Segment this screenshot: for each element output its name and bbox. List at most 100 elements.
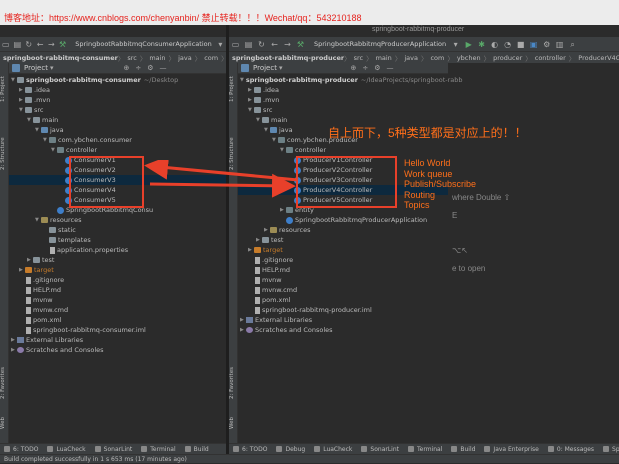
tree-item[interactable]: mvnw [238,275,448,285]
stripe-tab-project[interactable]: 1: Project [229,69,238,109]
breadcrumb-item[interactable]: producer [490,54,525,62]
stripe-tab-web[interactable]: Web [229,413,238,433]
save-icon[interactable]: ▤ [14,40,22,49]
sync-icon[interactable]: ↻ [25,40,32,49]
gear-icon[interactable]: ⚙ [374,64,380,72]
bottom-tool-tab[interactable]: Terminal [408,446,442,453]
tree-item[interactable]: application.properties [9,245,226,255]
right-panel-title[interactable]: Project [253,64,277,72]
bottom-tool-tab[interactable]: Spri [603,446,619,453]
tree-item[interactable]: SpringbootRabbitmqProducerApplication [238,215,448,225]
expand-arrow-icon[interactable]: ▼ [240,77,244,83]
breadcrumb-item[interactable]: com [201,54,221,62]
tree-item[interactable]: mvnw.cmd [9,305,226,315]
tree-item[interactable]: ▶ test [9,255,226,265]
tree-item[interactable]: ▶ External Libraries [9,335,226,345]
tree-item[interactable]: ▼ src [238,105,448,115]
breadcrumb-item[interactable]: springboot-rabbitmq-producer [229,54,344,62]
bottom-tool-tab[interactable]: 0: Messages [547,446,594,453]
tree-item[interactable]: ▼ com.ybchen.consumer [9,135,226,145]
run-icon[interactable]: ▶ [464,40,473,49]
tree-item[interactable]: ▼ java [9,125,226,135]
vcs-icon[interactable]: ▣ [529,40,538,49]
tree-item[interactable]: ▶ target [9,265,226,275]
breadcrumb-item[interactable]: ybchen [454,54,484,62]
stripe-tab-web[interactable]: Web [0,413,9,433]
back-icon[interactable]: ← [270,40,279,49]
tree-item[interactable]: .gitignore [238,255,448,265]
target-icon[interactable]: ⊕ [123,64,129,72]
tree-item[interactable]: pom.xml [238,295,448,305]
tree-item[interactable]: ▼ controller [9,145,226,155]
tree-item[interactable]: springboot-rabbitmq-producer.iml [238,305,448,315]
build-hammer-icon[interactable]: ⚒ [296,40,305,49]
tree-item[interactable]: ▶ External Libraries [238,315,448,325]
tree-item[interactable]: ▶ target [238,245,448,255]
forward-icon[interactable]: → [48,40,55,49]
debug-icon[interactable]: ✱ [477,40,486,49]
bottom-tool-tab[interactable]: LuaCheck [47,446,86,453]
hide-icon[interactable]: — [387,64,394,72]
tree-item[interactable]: ▼ src [9,105,226,115]
gear-icon[interactable]: ⚙ [147,64,153,72]
breadcrumb-item[interactable]: ProducerV4Controller [575,54,619,62]
build-hammer-icon[interactable]: ⚒ [59,40,66,49]
breadcrumb-item[interactable]: controller [532,54,569,62]
tree-item[interactable]: ▶ .mvn [238,95,448,105]
bottom-tool-tab[interactable]: Debug [276,446,305,453]
tree-item[interactable]: mvnw.cmd [238,285,448,295]
collapse-icon[interactable]: ÷ [135,64,141,72]
collapse-icon[interactable]: ÷ [362,64,368,72]
open-folder-icon[interactable]: ▭ [231,40,240,49]
breadcrumb-item[interactable]: com [427,54,447,62]
tree-item[interactable]: ▼ springboot-rabbitmq-consumer ~/Desktop [9,75,226,85]
bottom-tool-tab[interactable]: SonarLint [361,446,399,453]
tree-item[interactable]: ▶ .mvn [9,95,226,105]
open-folder-icon[interactable]: ▭ [2,40,10,49]
stop-icon[interactable]: ■ [516,40,525,49]
stripe-tab-project[interactable]: 1: Project [0,69,9,109]
stripe-tab-favorites[interactable]: 2: Favorites [229,363,238,403]
bottom-tool-tab[interactable]: 6: TODO [233,446,267,453]
tree-item[interactable]: mvnw [9,295,226,305]
back-icon[interactable]: ← [36,40,44,49]
breadcrumb-item[interactable]: java [401,54,421,62]
bottom-tool-tab[interactable]: Terminal [141,446,176,453]
left-panel-title[interactable]: Project [24,64,48,72]
chevron-down-icon[interactable]: ▾ [217,40,224,49]
tree-item[interactable]: static [9,225,226,235]
bottom-tool-tab[interactable]: 6: TODO [4,446,38,453]
right-run-config-select[interactable]: SpringbootRabbitmqProducerApplication [311,40,449,48]
settings-icon[interactable]: ⚙ [542,40,551,49]
tree-item[interactable]: ▼ springboot-rabbitmq-producer ~/IdeaProje… [238,75,463,85]
tree-item[interactable]: HELP.md [9,285,226,295]
tree-item[interactable]: ▼ resources [9,215,226,225]
tree-item[interactable]: HELP.md [238,265,448,275]
breadcrumb-item[interactable]: java [175,54,195,62]
coverage-icon[interactable]: ◐ [490,40,499,49]
breadcrumb-item[interactable]: main [146,54,168,62]
bottom-tool-tab[interactable]: LuaCheck [314,446,352,453]
sync-icon[interactable]: ↻ [257,40,266,49]
chevron-down-icon[interactable]: ▾ [279,64,283,72]
search-icon[interactable]: ⌕ [568,40,577,49]
target-icon[interactable]: ⊕ [350,64,356,72]
save-icon[interactable]: ▤ [244,40,253,49]
stripe-tab-structure[interactable]: 2: Structure [0,131,9,177]
structure-icon[interactable]: ▥ [555,40,564,49]
chevron-down-icon[interactable]: ▾ [50,64,54,72]
breadcrumb-item[interactable]: main [373,54,395,62]
tree-item[interactable]: ▼ controller [238,145,448,155]
breadcrumb-item[interactable]: src [351,54,367,62]
bottom-tool-tab[interactable]: Build [451,446,475,453]
tree-item[interactable]: ▶ .idea [9,85,226,95]
bottom-tool-tab[interactable]: Build [184,446,209,453]
bottom-tool-tab[interactable]: Java Enterprise [484,446,539,453]
tree-item[interactable]: templates [9,235,226,245]
hide-icon[interactable]: — [160,64,167,72]
tree-item[interactable]: .gitignore [9,275,226,285]
tree-item[interactable]: ▶ Scratches and Consoles [238,325,448,335]
bottom-tool-tab[interactable]: SonarLint [94,446,132,453]
chevron-down-icon[interactable]: ▾ [451,40,460,49]
forward-icon[interactable]: → [283,40,292,49]
